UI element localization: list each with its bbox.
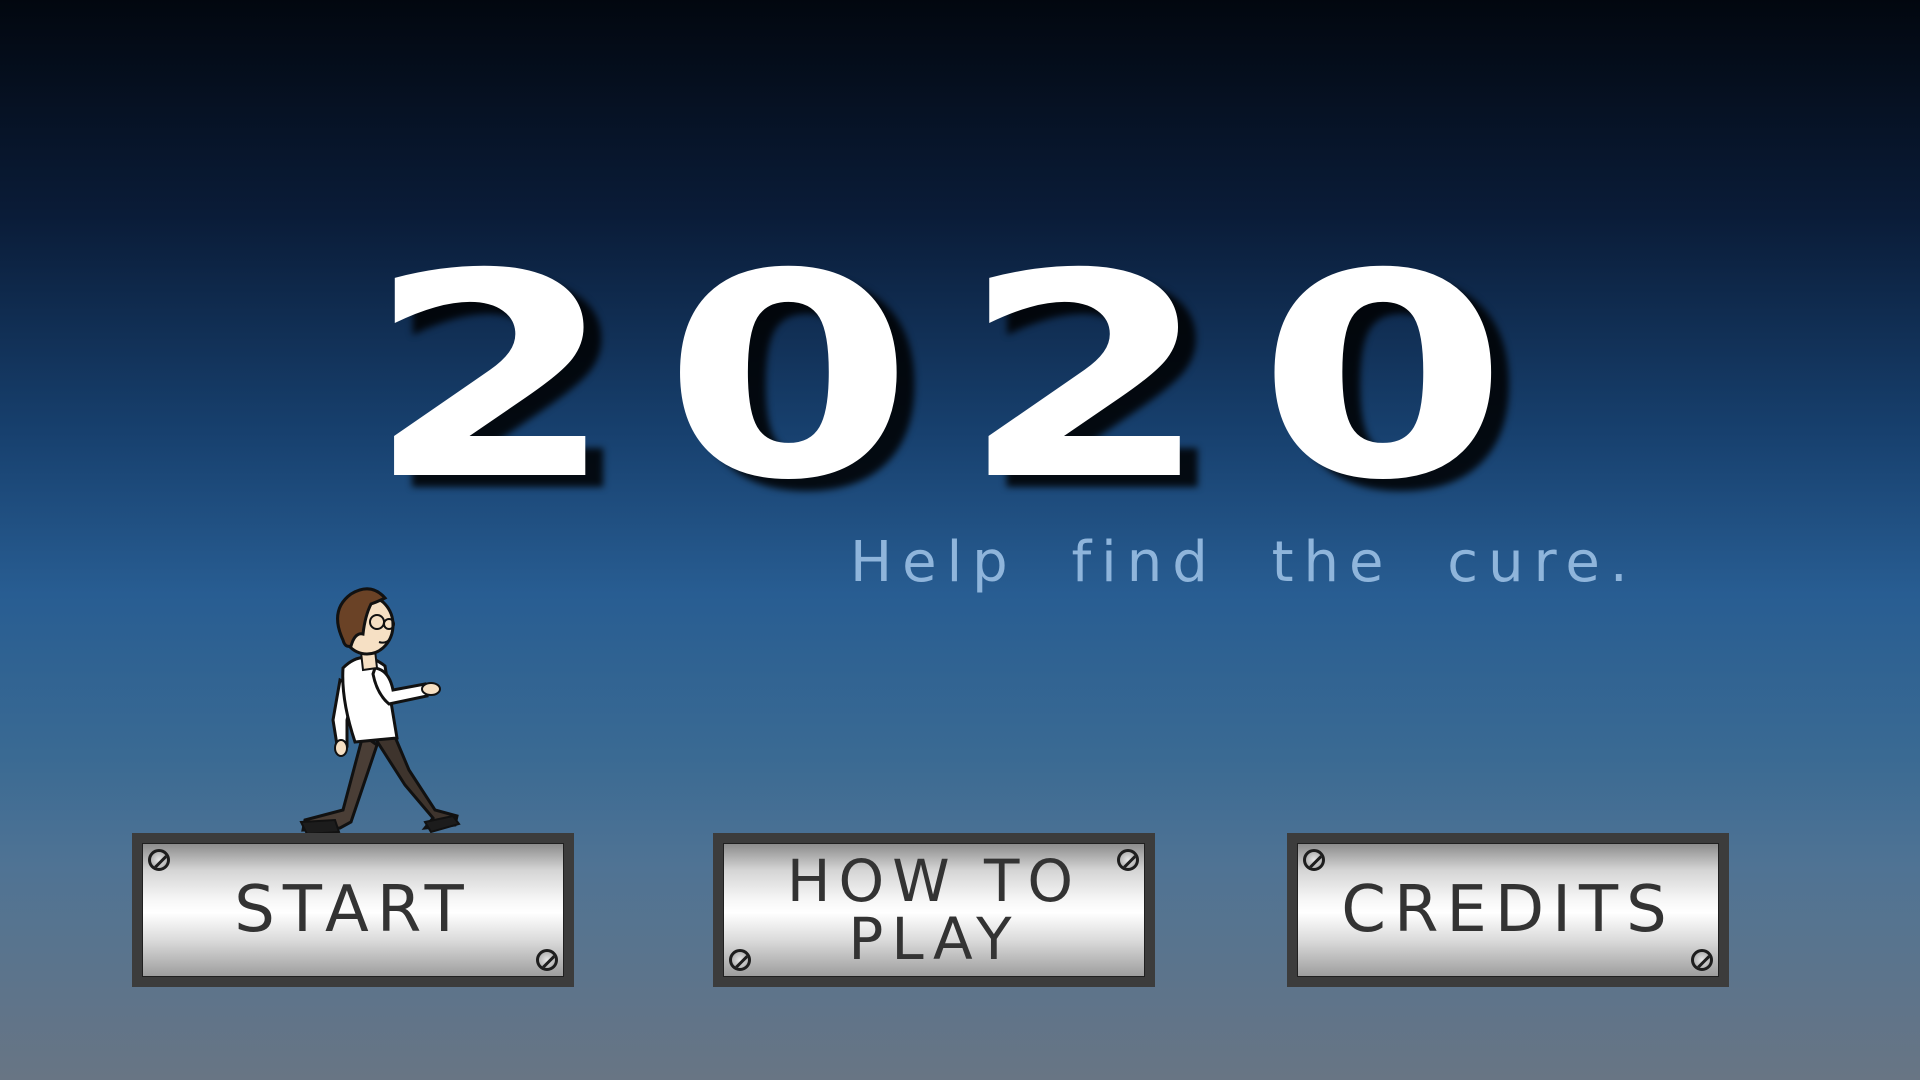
scientist-character <box>299 587 461 836</box>
how-to-play-button[interactable]: HOW TO PLAY <box>713 833 1155 987</box>
title-screen: 2020 Help find the cure. START HOW TO PL… <box>0 0 1920 1080</box>
game-title: 2020 <box>365 213 1555 542</box>
tagline: Help find the cure. <box>850 530 1638 595</box>
how-to-play-button-label: HOW TO PLAY <box>786 847 1082 973</box>
start-button-label: START <box>234 873 472 947</box>
start-button[interactable]: START <box>132 833 574 987</box>
credits-button-label: CREDITS <box>1341 873 1675 947</box>
credits-button[interactable]: CREDITS <box>1287 833 1729 987</box>
